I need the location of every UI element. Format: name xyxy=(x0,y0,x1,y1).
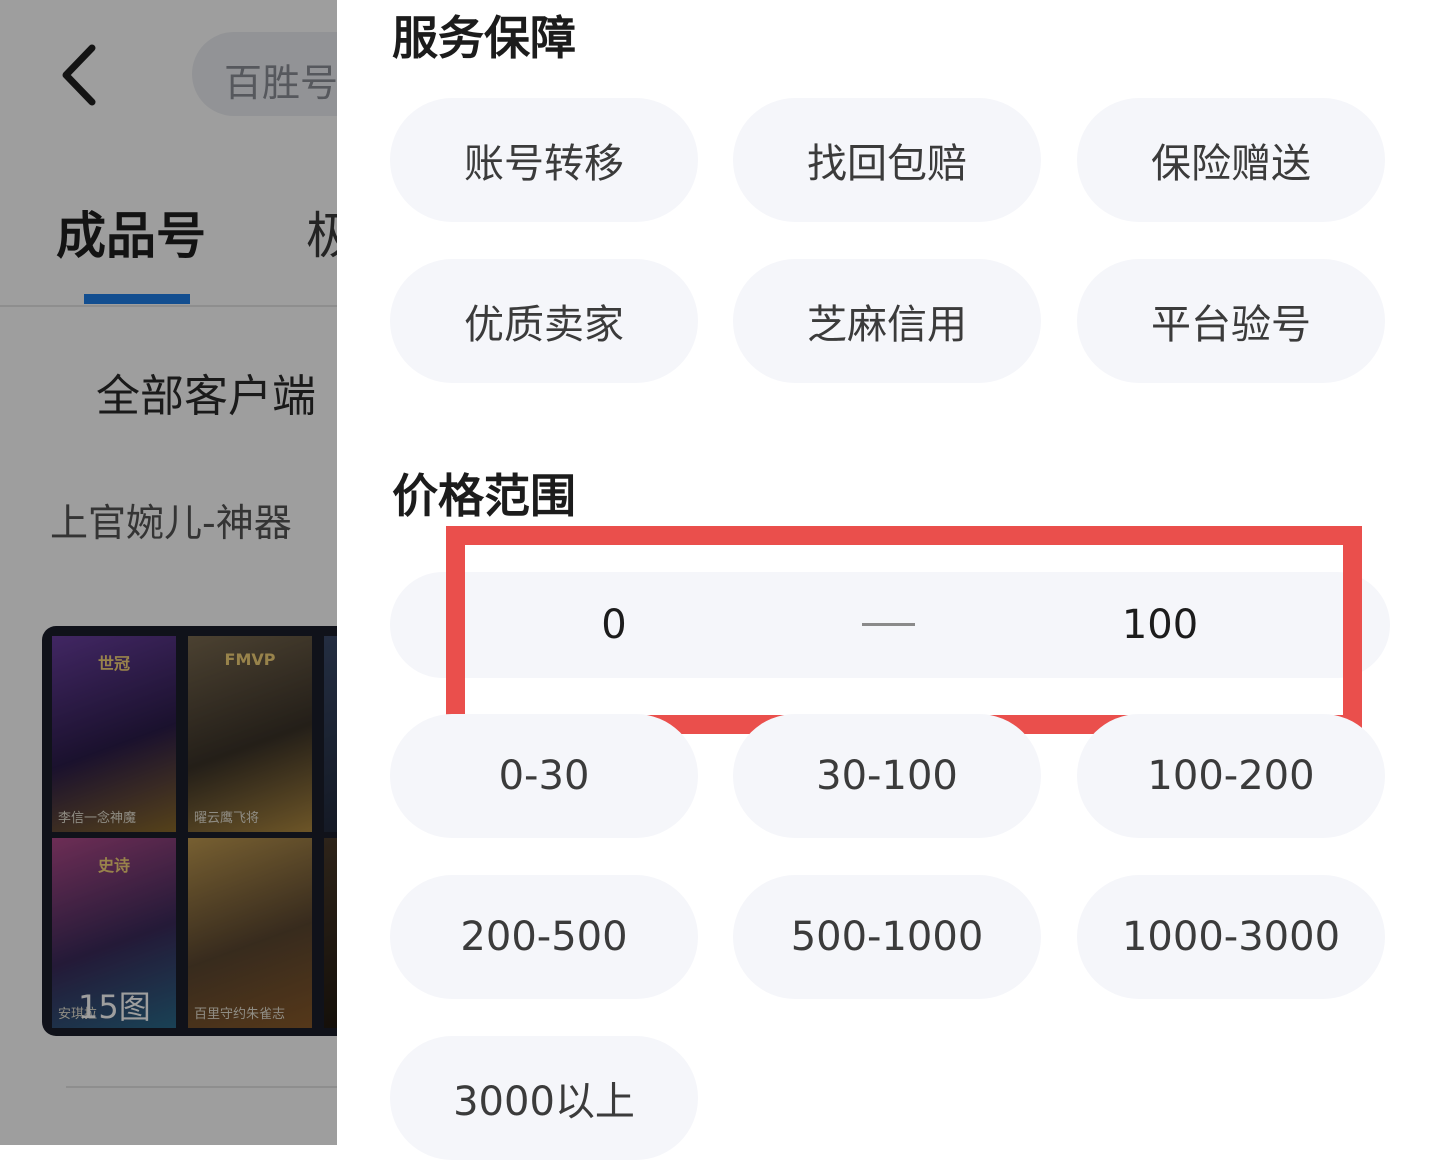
range-separator xyxy=(862,623,915,626)
chip-platform-verified[interactable]: 平台验号 xyxy=(1077,259,1385,383)
price-section-title: 价格范围 xyxy=(392,469,576,523)
price-max-input[interactable]: 100 xyxy=(940,572,1380,678)
chip-price-3000-plus[interactable]: 3000以上 xyxy=(390,1036,698,1160)
price-min-input[interactable]: 0 xyxy=(394,572,834,678)
chip-price-100-200[interactable]: 100-200 xyxy=(1077,714,1385,838)
chip-account-transfer[interactable]: 账号转移 xyxy=(390,98,698,222)
filter-panel: 服务保障 账号转移 找回包赔 保险赠送 优质卖家 芝麻信用 平台验号 价格范围 … xyxy=(337,0,1440,1160)
service-section-title: 服务保障 xyxy=(392,11,576,65)
chip-price-500-1000[interactable]: 500-1000 xyxy=(733,875,1041,999)
chip-price-1000-3000[interactable]: 1000-3000 xyxy=(1077,875,1385,999)
chip-price-0-30[interactable]: 0-30 xyxy=(390,714,698,838)
chip-sesame-credit[interactable]: 芝麻信用 xyxy=(733,259,1041,383)
chip-quality-seller[interactable]: 优质卖家 xyxy=(390,259,698,383)
chip-recovery-compensation[interactable]: 找回包赔 xyxy=(733,98,1041,222)
dim-overlay[interactable] xyxy=(0,0,340,1145)
chip-insurance-gift[interactable]: 保险赠送 xyxy=(1077,98,1385,222)
chip-price-30-100[interactable]: 30-100 xyxy=(733,714,1041,838)
chip-price-200-500[interactable]: 200-500 xyxy=(390,875,698,999)
